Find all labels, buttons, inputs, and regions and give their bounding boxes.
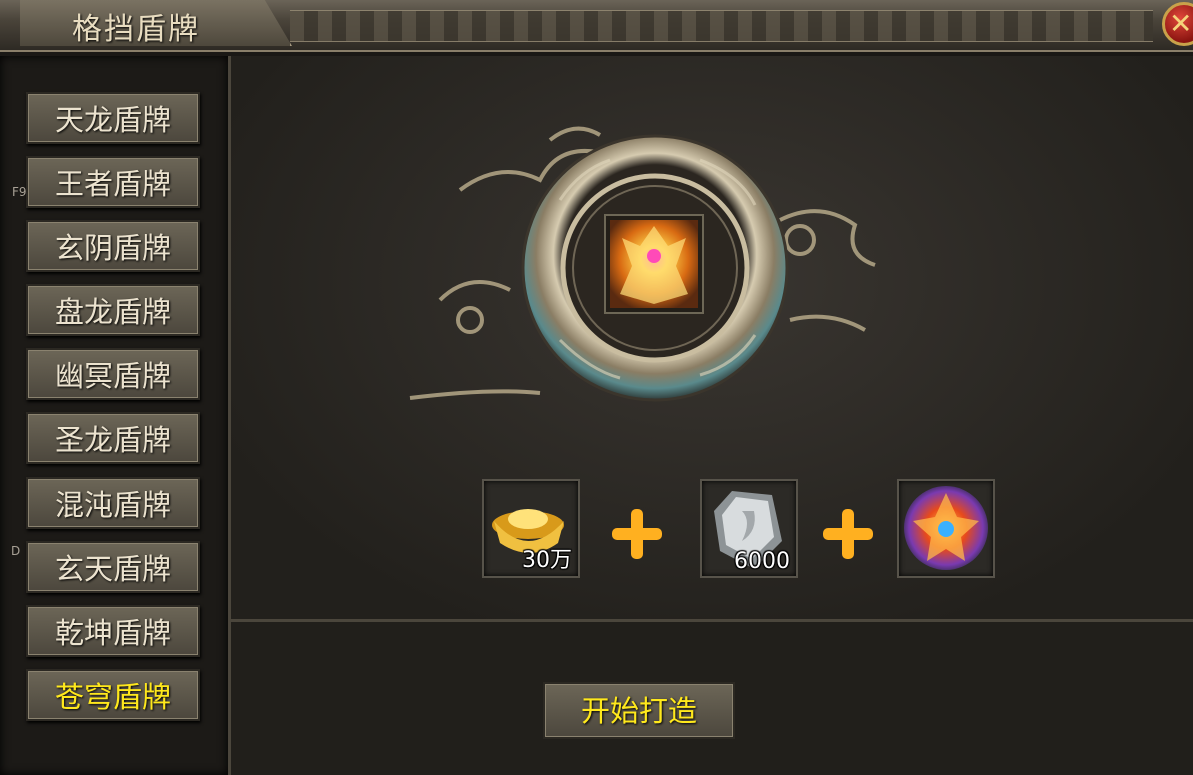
material-slot[interactable] <box>897 479 995 578</box>
material-count: 6000 <box>734 549 790 574</box>
material-count: 30万 <box>522 548 572 573</box>
plus-icon <box>823 509 873 559</box>
material-slot[interactable]: 6000 <box>700 479 798 578</box>
material-slot[interactable]: 30万 <box>482 479 580 578</box>
dragon-shield-icon <box>904 486 988 570</box>
sidebar-item-shield[interactable]: 苍穹盾牌 <box>26 669 200 721</box>
start-crafting-button[interactable]: 开始打造 <box>543 682 735 739</box>
medallion-ornament <box>409 126 876 559</box>
target-item-slot[interactable] <box>604 214 704 314</box>
plus-icon <box>612 509 662 559</box>
shield-item-icon <box>610 220 698 308</box>
